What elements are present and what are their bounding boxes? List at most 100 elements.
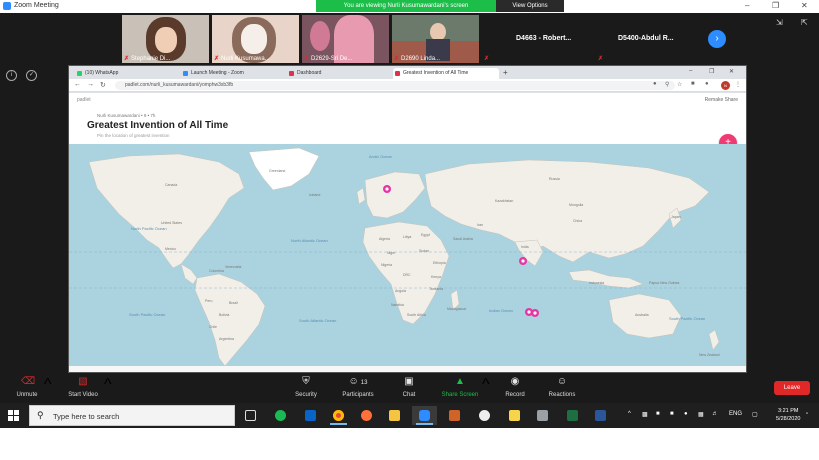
zoom-page-icon[interactable]: ⚲	[665, 81, 669, 88]
maximize-icon[interactable]: ❐	[772, 1, 779, 10]
sticky-notes-icon[interactable]	[502, 406, 527, 425]
map-label: Mexico	[165, 247, 176, 251]
map-label: South Atlantic Ocean	[299, 318, 336, 323]
browser-close-icon[interactable]: ✕	[729, 68, 734, 75]
map-label: Mongolia	[569, 203, 583, 207]
map-label: Iceland	[309, 193, 320, 197]
participant-tile[interactable]: ✗ D2629-Sri De...	[302, 15, 389, 63]
participant-tile[interactable]: D5400-Abdul R... ✗	[596, 15, 706, 63]
zoom-taskbar-icon[interactable]	[412, 406, 437, 425]
extension-icon[interactable]: ●	[705, 81, 709, 87]
new-tab-icon[interactable]: +	[503, 68, 508, 77]
map-label: Arctic Ocean	[369, 154, 392, 159]
windows-start-icon[interactable]	[8, 410, 20, 421]
browser-tab-active[interactable]: Greatest Invention of All Time	[393, 68, 499, 79]
map-label: Libya	[403, 235, 411, 239]
map-pin[interactable]	[531, 309, 539, 317]
tray-icon[interactable]: ▩	[642, 411, 648, 418]
info-icon[interactable]: i	[6, 70, 17, 81]
browser-address-bar: ← → ↻ padlet.com/nurli_kusumawardani/yom…	[69, 79, 746, 92]
clock-time: 3:21 PM	[777, 408, 799, 414]
caret-up-icon[interactable]: ^	[482, 376, 490, 394]
excel-icon[interactable]	[560, 406, 585, 425]
tray-language[interactable]: ENG	[729, 411, 742, 417]
word-icon[interactable]	[588, 406, 613, 425]
padlet-logo[interactable]: padlet	[77, 97, 91, 103]
browser-minimize-icon[interactable]: –	[689, 68, 692, 74]
reactions-button[interactable]: ☺ Reactions	[544, 376, 580, 398]
profile-avatar[interactable]: N	[721, 81, 730, 90]
exit-fullscreen-icon[interactable]: ⇲	[776, 18, 783, 27]
unmute-button[interactable]: ⌫ Unmute	[12, 376, 42, 398]
leave-button[interactable]: Leave	[774, 381, 810, 395]
caret-up-icon[interactable]: ^	[44, 376, 52, 394]
browser-tab[interactable]: Launch Meeting - Zoom	[181, 68, 281, 79]
app-icon[interactable]	[530, 406, 555, 425]
participants-icon: ☺ 13	[348, 376, 368, 387]
start-video-button[interactable]: ▧ Start Video	[62, 376, 104, 398]
world-map[interactable]: North Pacific Ocean North Atlantic Ocean…	[69, 144, 746, 372]
padlet-toolbar[interactable]: Remake Share	[705, 97, 738, 103]
tray-icon[interactable]: ●	[684, 411, 688, 417]
participant-tile[interactable]: ✗ D2690 Linda...	[392, 15, 479, 63]
participant-count: 13	[360, 380, 368, 386]
map-label: Canada	[165, 183, 177, 187]
participant-tile[interactable]: ✗ Stephanie Di...	[122, 15, 209, 63]
view-options-button[interactable]: View Options	[496, 0, 564, 12]
tray-icon[interactable]: ■	[670, 411, 674, 417]
app-icon[interactable]	[442, 406, 467, 425]
extension-icon[interactable]: ■	[691, 81, 695, 87]
extension-icon[interactable]: ●	[653, 81, 657, 87]
browser-menu-icon[interactable]: ⋮	[735, 81, 741, 88]
desktop-screen: Zoom Meeting You are viewing Nurli Kusum…	[0, 0, 819, 460]
search-icon: ⚲	[37, 410, 44, 420]
caret-up-icon[interactable]: ^	[104, 376, 112, 394]
video-off-icon: ▧	[78, 376, 88, 387]
chat-button[interactable]: ▣ Chat	[396, 376, 422, 398]
security-button[interactable]: ⛨ Security	[290, 376, 322, 398]
bookmark-star-icon[interactable]: ☆	[677, 81, 682, 88]
map-label: South Pacific Ocean	[129, 312, 165, 317]
browser-tab[interactable]: Dashboard	[287, 68, 387, 79]
map-label: Papua New Guinea	[649, 281, 679, 285]
map-pin[interactable]	[519, 257, 527, 265]
browser-maximize-icon[interactable]: ❐	[709, 68, 714, 75]
participant-tile[interactable]: ✗ Nurli Kusumawa...	[212, 15, 299, 63]
network-icon[interactable]: ▦	[698, 411, 704, 418]
forward-icon[interactable]: →	[87, 81, 94, 88]
notifications-icon[interactable]: ▫	[806, 411, 808, 417]
map-label: Algeria	[379, 237, 390, 241]
app-icon[interactable]	[472, 406, 497, 425]
participant-tile[interactable]: D4663 - Robert... ✗	[482, 15, 594, 63]
back-icon[interactable]: ←	[74, 81, 81, 88]
url-field[interactable]: padlet.com/nurli_kusumawardani/yomphw3xb…	[115, 81, 675, 90]
share-screen-button[interactable]: ▲ Share Screen	[438, 376, 482, 398]
participants-button[interactable]: ☺ 13 Participants	[336, 376, 380, 398]
fullscreen-icon[interactable]: ⇱	[801, 18, 808, 27]
record-button[interactable]: ◉ Record	[500, 376, 530, 398]
task-view-icon[interactable]	[238, 406, 263, 425]
map-label: Iran	[477, 223, 483, 227]
file-explorer-icon[interactable]	[382, 406, 407, 425]
shield-icon[interactable]: ✓	[26, 70, 37, 81]
tray-icon[interactable]: ■	[656, 411, 660, 417]
close-icon[interactable]: ✕	[801, 1, 808, 10]
outlook-icon[interactable]	[298, 406, 323, 425]
firefox-icon[interactable]	[354, 406, 379, 425]
minimize-icon[interactable]: –	[745, 1, 749, 10]
participant-name: D5400-Abdul R...	[618, 35, 674, 42]
muted-mic-icon: ✗	[124, 56, 130, 62]
tray-icon[interactable]: ▢	[752, 411, 758, 418]
taskbar-search-input[interactable]: ⚲ Type here to search	[29, 405, 235, 426]
taskbar-clock[interactable]: 3:21 PM 5/28/2020	[776, 407, 800, 423]
chrome-icon[interactable]	[326, 406, 351, 425]
zoom-meeting-window: Zoom Meeting You are viewing Nurli Kusum…	[0, 0, 819, 428]
map-pin[interactable]	[383, 185, 391, 193]
record-icon: ◉	[510, 376, 520, 387]
next-page-arrow-icon[interactable]: ›	[708, 30, 726, 48]
spotify-icon[interactable]	[268, 406, 293, 425]
tray-caret-icon[interactable]: ^	[628, 411, 631, 417]
browser-tab[interactable]: (10) WhatsApp	[75, 68, 175, 79]
volume-icon[interactable]: ♬	[712, 411, 718, 417]
reload-icon[interactable]: ↻	[100, 81, 106, 89]
